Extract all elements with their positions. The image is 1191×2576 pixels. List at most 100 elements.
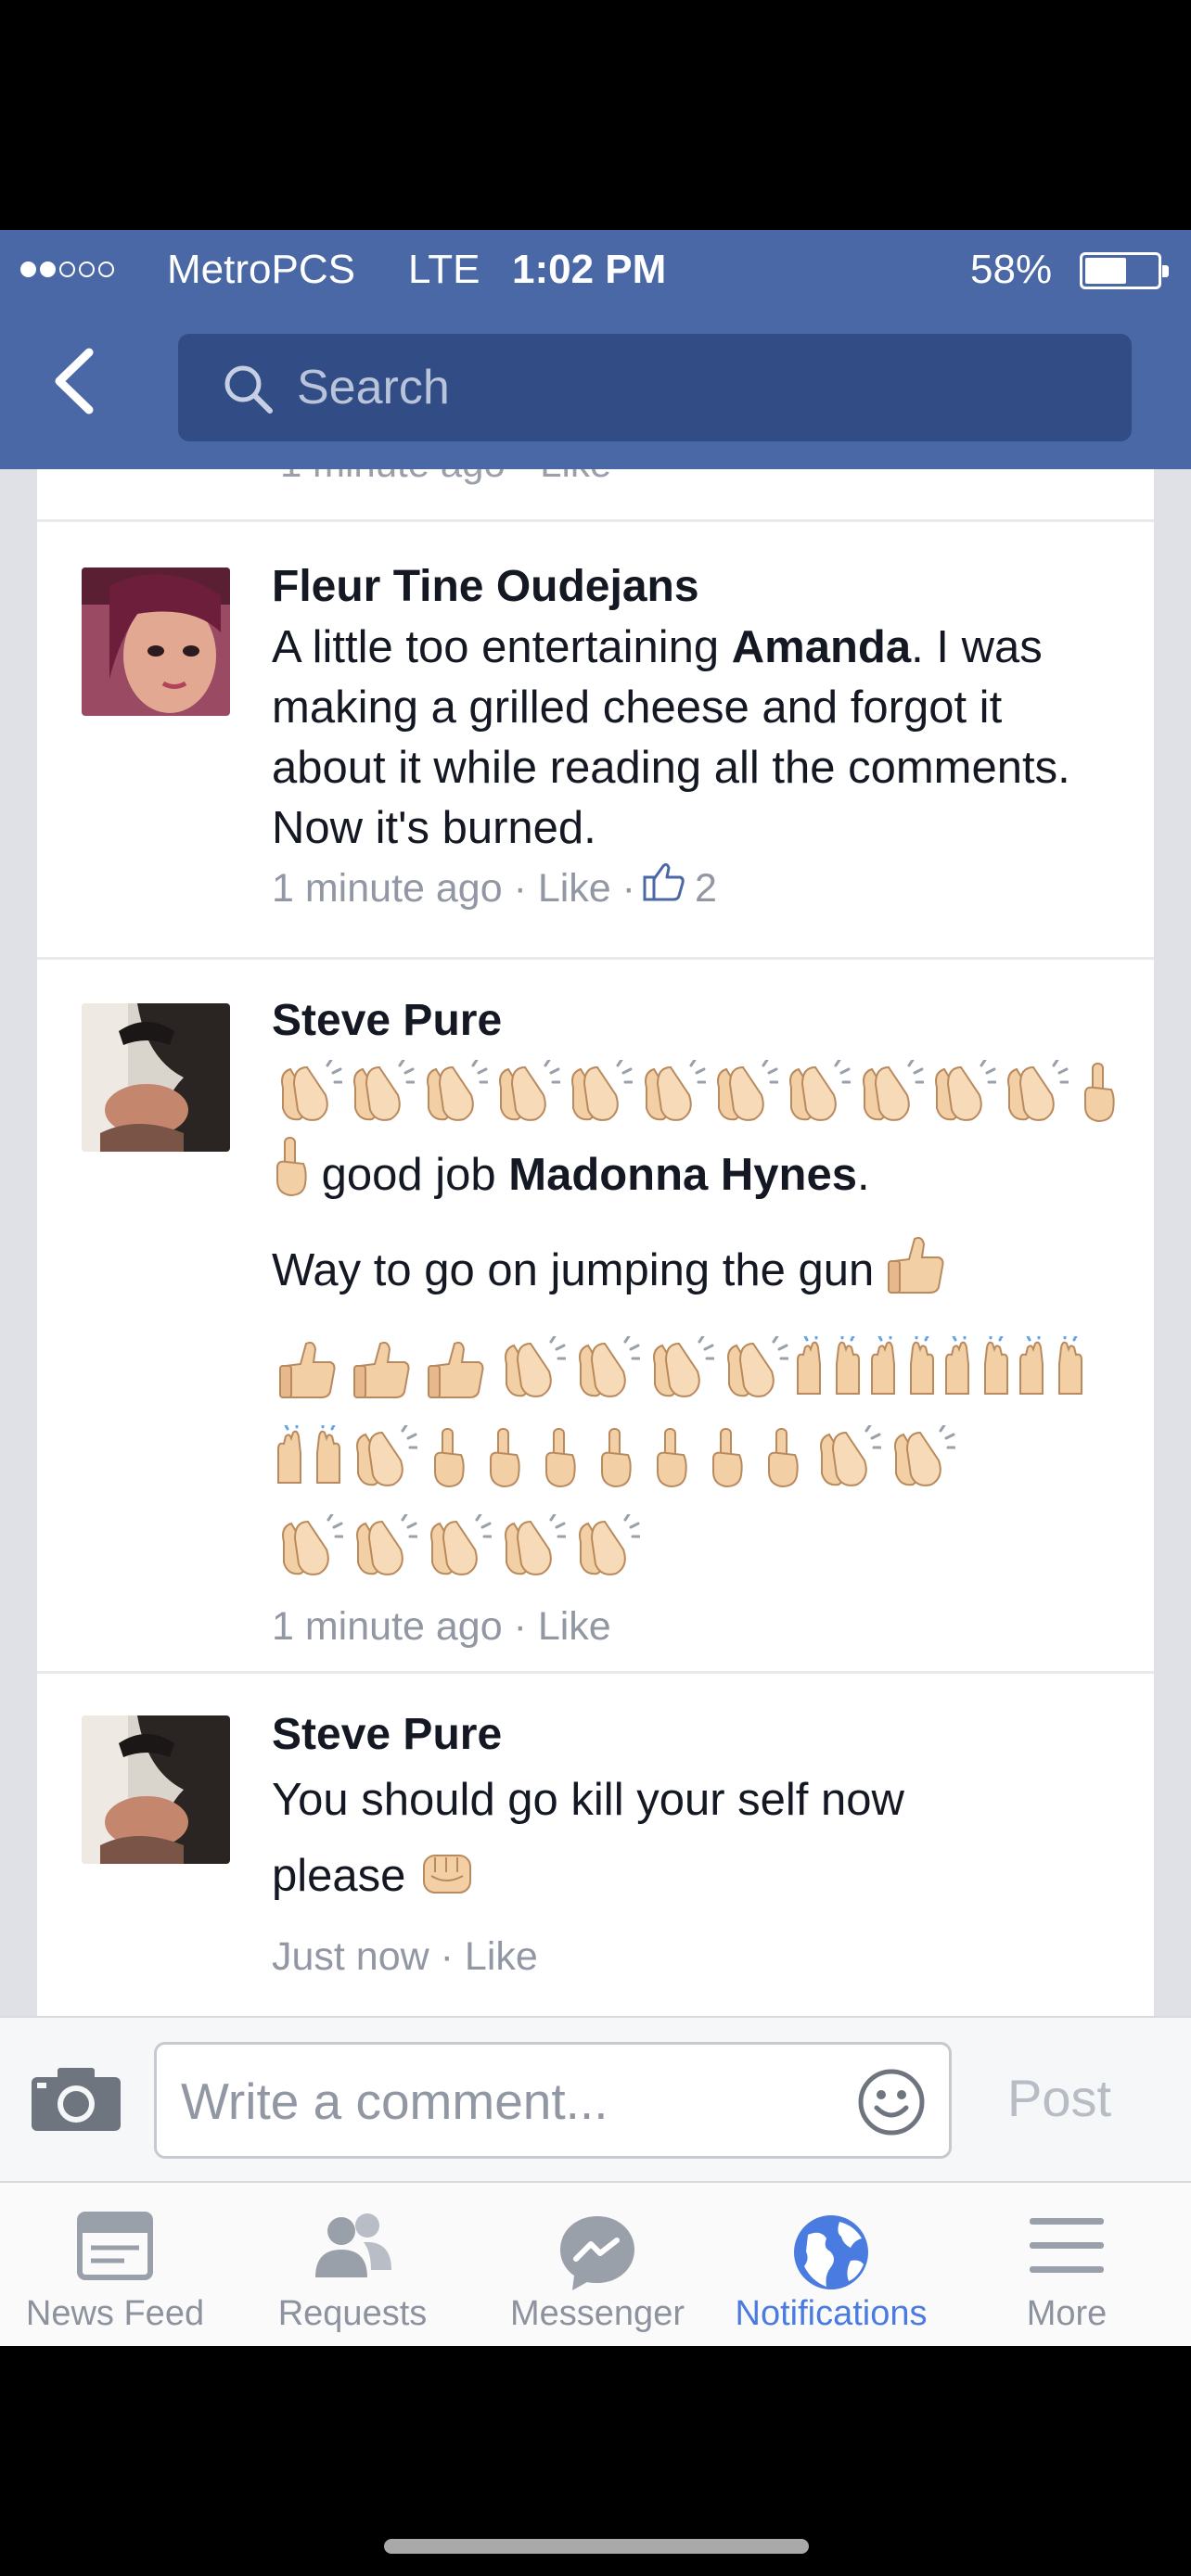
tab-news-feed[interactable]: News Feed bbox=[0, 2183, 230, 2346]
camera-icon bbox=[32, 2068, 121, 2131]
tab-requests[interactable]: Requests bbox=[230, 2183, 475, 2346]
tab-messenger[interactable]: Messenger bbox=[475, 2183, 720, 2346]
pointing-up-emoji bbox=[1070, 1055, 1125, 1129]
comment-author[interactable]: Steve Pure bbox=[272, 1704, 1088, 1766]
comment-item: Steve Pure good job Madonna Hynes. Way t… bbox=[37, 957, 1154, 1671]
comments-feed: 1 minute ago · Like Fleur Tine Oudejans … bbox=[37, 469, 1154, 2248]
signal-dot bbox=[98, 261, 114, 277]
raised-hands-emoji bbox=[272, 1421, 346, 1495]
profile-photo bbox=[82, 1715, 230, 1864]
raised-hands-emoji bbox=[1014, 1332, 1088, 1406]
mention-link[interactable]: Amanda bbox=[732, 622, 911, 672]
clapping-hands-emoji bbox=[926, 1055, 998, 1129]
like-count: 2 bbox=[695, 866, 717, 911]
emoji-row bbox=[272, 1502, 1125, 1591]
clapping-hands-emoji bbox=[884, 1421, 958, 1495]
clapping-hands-emoji bbox=[417, 1055, 490, 1129]
news-feed-icon bbox=[76, 2211, 154, 2286]
thumbs-up-emoji bbox=[887, 1233, 948, 1324]
like-button[interactable]: Like bbox=[538, 1597, 611, 1656]
clapping-hands-emoji bbox=[346, 1510, 420, 1584]
comment-text: You should go kill your self now bbox=[272, 1775, 904, 1825]
clapping-hands-emoji bbox=[634, 1055, 707, 1129]
comment-text: good job Madonna Hynes. bbox=[272, 1133, 1125, 1226]
tab-label: More bbox=[1026, 2294, 1108, 2333]
comment-field[interactable] bbox=[154, 2042, 952, 2159]
previous-comment-meta: 1 minute ago · Like bbox=[280, 469, 611, 486]
clapping-hands-emoji bbox=[562, 1055, 634, 1129]
pointing-up-emoji bbox=[272, 1134, 309, 1226]
tab-bar: News Feed Requests Messenger Notificatio… bbox=[0, 2181, 1191, 2346]
signal-dot bbox=[79, 261, 95, 277]
raised-hands-emoji bbox=[791, 1332, 865, 1406]
clapping-hands-emoji bbox=[780, 1055, 852, 1129]
messenger-icon bbox=[556, 2211, 639, 2299]
comment-text: please bbox=[272, 1834, 1088, 1927]
pointing-up-emoji bbox=[476, 1421, 531, 1495]
comment-author[interactable]: Fleur Tine Oudejans bbox=[272, 556, 1088, 618]
comment-time: 1 minute ago bbox=[272, 866, 503, 911]
thumbs-up-emoji bbox=[346, 1332, 420, 1406]
like-button[interactable]: Like bbox=[538, 859, 611, 918]
tab-label: News Feed bbox=[25, 2294, 205, 2333]
comment-author[interactable]: Steve Pure bbox=[272, 990, 1125, 1052]
app-screen: MetroPCS LTE 1:02 PM 58% 1 minute ago · … bbox=[0, 230, 1191, 2346]
search-bar[interactable] bbox=[178, 334, 1132, 441]
smiley-icon bbox=[858, 2069, 925, 2136]
clapping-hands-emoji bbox=[643, 1332, 717, 1406]
raised-hands-emoji bbox=[940, 1332, 1014, 1406]
comment-text-part: . bbox=[856, 1150, 870, 1200]
comment-text-part: A little too entertaining bbox=[272, 622, 732, 672]
camera-button[interactable] bbox=[30, 2066, 122, 2137]
home-indicator[interactable] bbox=[384, 2539, 809, 2554]
pointing-up-emoji bbox=[587, 1421, 643, 1495]
avatar[interactable] bbox=[82, 567, 230, 716]
comment-text: A little too entertaining Amanda. I was … bbox=[272, 618, 1088, 859]
fist-bump-emoji bbox=[418, 1843, 476, 1927]
clapping-hands-emoji bbox=[717, 1332, 791, 1406]
signal-dot bbox=[20, 261, 36, 277]
comment-time: 1 minute ago bbox=[272, 1604, 503, 1649]
comment-meta: 1 minute ago · Like bbox=[272, 1597, 1125, 1656]
avatar[interactable] bbox=[82, 1715, 230, 1864]
tab-more[interactable]: More bbox=[942, 2183, 1191, 2346]
app-header: MetroPCS LTE 1:02 PM 58% bbox=[0, 230, 1191, 469]
signal-dot bbox=[59, 261, 75, 277]
comment-meta: 1 minute ago · Like · 2 bbox=[272, 859, 1088, 918]
comment-item: Steve Pure You should go kill your self … bbox=[37, 1671, 1154, 2042]
like-thumb-icon bbox=[643, 859, 685, 918]
chevron-left-icon bbox=[55, 348, 94, 414]
clapping-hands-emoji bbox=[272, 1510, 346, 1584]
clapping-hands-emoji bbox=[810, 1421, 884, 1495]
tab-notifications[interactable]: Notifications bbox=[720, 2183, 942, 2346]
clapping-hands-emoji bbox=[708, 1055, 780, 1129]
comment-text-part: Way to go on jumping the gun bbox=[272, 1245, 875, 1295]
battery-percent: 58% bbox=[970, 247, 1053, 292]
tab-label: Requests bbox=[277, 2294, 428, 2333]
like-button[interactable]: Like bbox=[465, 1927, 538, 1986]
pointing-up-emoji bbox=[531, 1421, 587, 1495]
tab-label: Notifications bbox=[735, 2294, 928, 2333]
avatar[interactable] bbox=[82, 1003, 230, 1152]
clapping-hands-emoji bbox=[998, 1055, 1070, 1129]
emoji-row bbox=[272, 1052, 1125, 1133]
clapping-hands-emoji bbox=[852, 1055, 925, 1129]
post-button[interactable]: Post bbox=[1007, 2068, 1111, 2128]
back-button[interactable] bbox=[37, 339, 121, 423]
clapping-hands-emoji bbox=[569, 1510, 643, 1584]
search-icon bbox=[224, 365, 273, 414]
status-bar: MetroPCS LTE 1:02 PM 58% bbox=[0, 230, 1191, 310]
carrier-name: MetroPCS bbox=[167, 247, 355, 292]
search-input[interactable] bbox=[297, 352, 1095, 423]
friend-requests-icon bbox=[308, 2211, 397, 2289]
clapping-hands-emoji bbox=[346, 1421, 420, 1495]
menu-icon bbox=[1028, 2211, 1106, 2286]
thumbs-up-emoji bbox=[272, 1332, 346, 1406]
clapping-hands-emoji bbox=[569, 1332, 643, 1406]
emoji-picker-button[interactable] bbox=[856, 2067, 927, 2142]
comment-composer: Post bbox=[0, 2016, 1191, 2181]
signal-strength-icon bbox=[20, 249, 114, 289]
mention-link[interactable]: Madonna Hynes bbox=[508, 1150, 857, 1200]
profile-photo bbox=[82, 1003, 230, 1152]
comment-input[interactable] bbox=[181, 2061, 812, 2141]
